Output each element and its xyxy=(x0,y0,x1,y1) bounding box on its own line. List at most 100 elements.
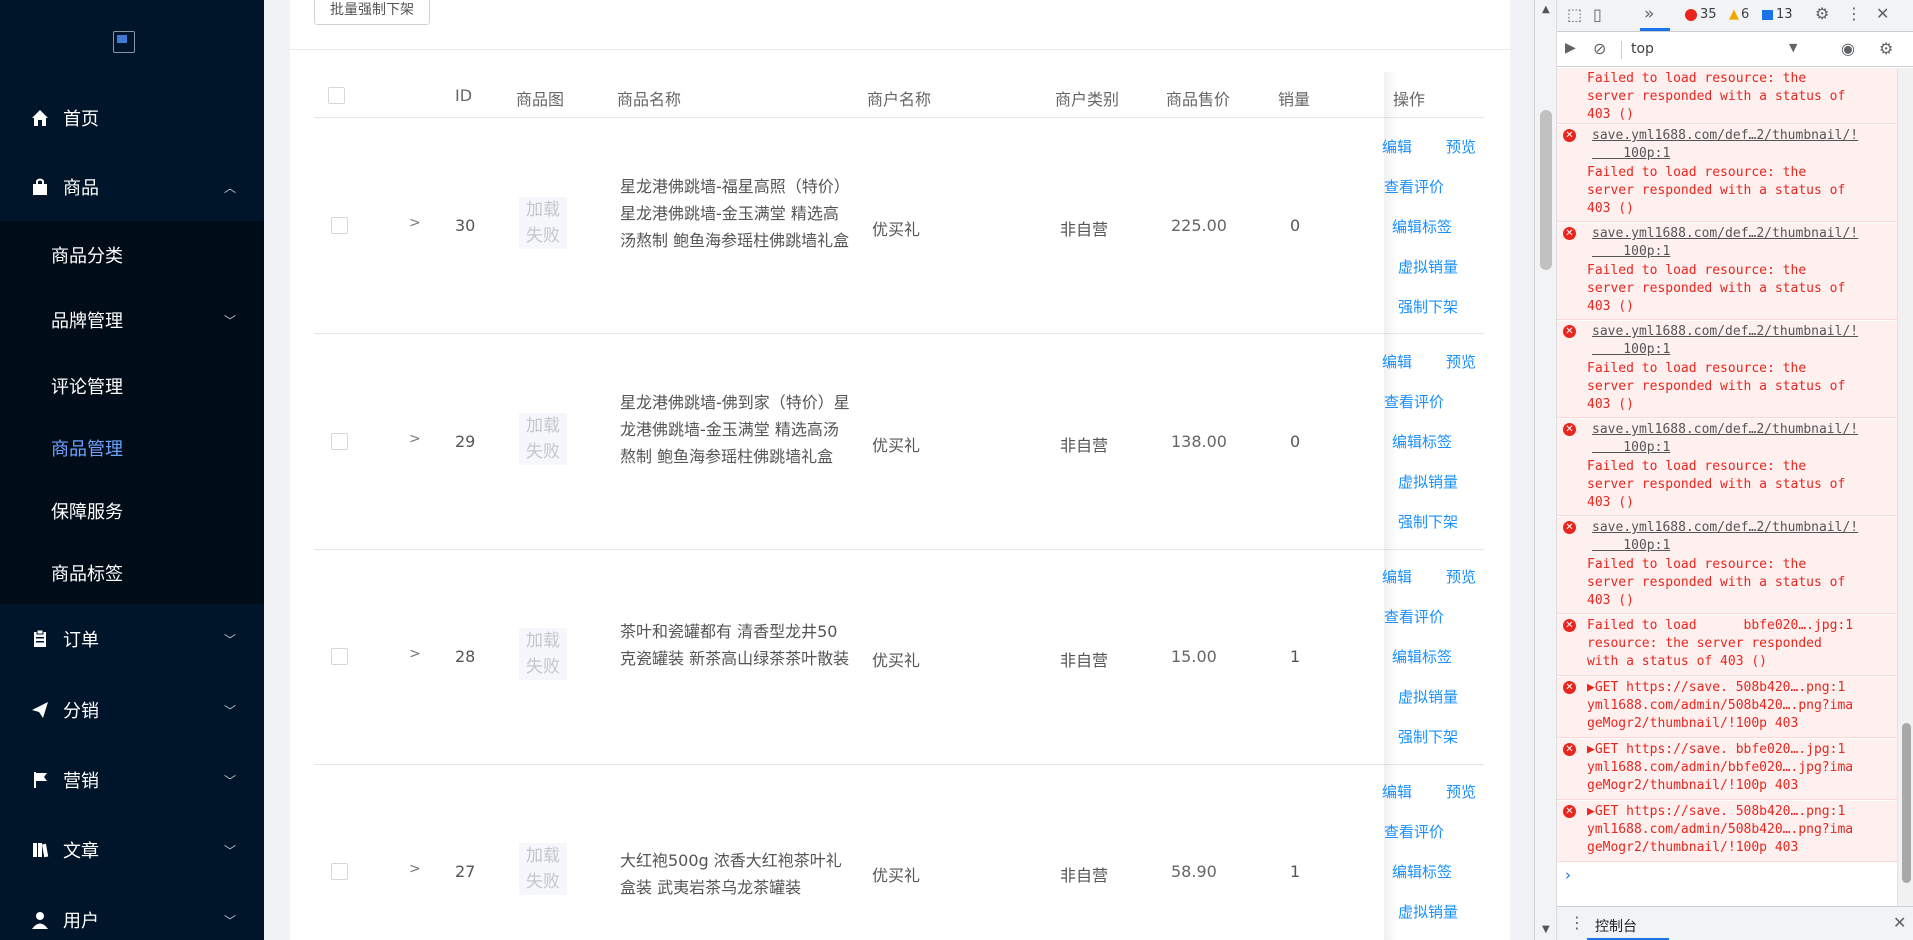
console-scrollbar-thumb[interactable] xyxy=(1902,723,1911,883)
eye-icon[interactable]: ◉ xyxy=(1841,39,1855,58)
console-network-error[interactable]: ✕ ▶GET https://save. bbfe020….jpg:1 yml1… xyxy=(1557,739,1897,800)
scroll-down-arrow-icon[interactable]: ▼ xyxy=(1542,924,1550,935)
edit-tags-link[interactable]: 编辑标签 xyxy=(1392,216,1452,237)
sidebar-item-reviews[interactable]: 评论管理 xyxy=(0,361,264,411)
scrollbar-thumb[interactable] xyxy=(1540,110,1552,270)
virtual-sales-link[interactable]: 虚拟销量 xyxy=(1398,901,1458,922)
error-icon: ✕ xyxy=(1563,129,1576,142)
warning-count-badge[interactable]: ▲ 6 xyxy=(1729,7,1749,22)
sidebar-toggle-icon[interactable]: ▶ xyxy=(1565,40,1576,56)
menu-item-articles[interactable]: 文章 ﹀ xyxy=(0,822,264,878)
console-settings-icon[interactable]: ⚙ xyxy=(1879,39,1893,58)
flag-icon xyxy=(30,770,50,790)
settings-gear-icon[interactable]: ⚙ xyxy=(1815,4,1829,23)
more-tabs-icon[interactable]: » xyxy=(1644,4,1654,24)
preview-link[interactable]: 预览 xyxy=(1446,351,1476,372)
preview-link[interactable]: 预览 xyxy=(1446,566,1476,587)
console-error-message: ✕ save.yml1688.com/def…2/thumbnail/! 100… xyxy=(1557,223,1897,320)
source-link[interactable]: save.yml1688.com/def…2/thumbnail/! 100p:… xyxy=(1592,127,1858,163)
console-prompt-icon[interactable]: › xyxy=(1565,866,1571,884)
view-reviews-link[interactable]: 查看评价 xyxy=(1384,606,1444,627)
price: 15.00 xyxy=(1171,647,1217,666)
device-toolbar-icon[interactable]: ▯ xyxy=(1593,5,1602,24)
console-network-error[interactable]: ✕ ▶GET https://save. 508b420….png:1 yml1… xyxy=(1557,677,1897,738)
merchant-type: 非自营 xyxy=(1060,651,1109,670)
book-icon xyxy=(30,840,50,860)
edit-link[interactable]: 编辑 xyxy=(1382,781,1412,802)
close-devtools-icon[interactable]: ✕ xyxy=(1876,4,1889,23)
console-scrollbar[interactable] xyxy=(1897,68,1913,906)
error-icon: ✕ xyxy=(1563,681,1576,694)
more-options-icon[interactable]: ⋮ xyxy=(1846,4,1862,23)
menu-item-marketing[interactable]: 营销 ﹀ xyxy=(0,752,264,808)
info-count-badge[interactable]: 13 xyxy=(1762,7,1793,22)
dropdown-arrow-icon[interactable]: ▼ xyxy=(1789,41,1797,54)
row-checkbox[interactable] xyxy=(331,863,348,880)
error-count-badge[interactable]: 35 xyxy=(1685,7,1717,22)
row-checkbox[interactable] xyxy=(331,433,348,450)
table-header: ID 商品图 商品名称 商户名称 商户类别 商品售价 销量 操作 xyxy=(314,72,1484,118)
drawer-more-icon[interactable]: ⋮ xyxy=(1569,913,1585,932)
row-id: 29 xyxy=(455,432,476,451)
page-scrollbar[interactable]: ▲ ▼ xyxy=(1535,0,1557,940)
chevron-right-icon[interactable]: > xyxy=(409,215,421,231)
table-row: > 27 加载失败 大红袍500g 浓香大红袍茶叶礼盒装 武夷岩茶乌龙茶罐装 优… xyxy=(314,765,1484,940)
merchant-name: 优买礼 xyxy=(872,866,921,885)
chevron-right-icon[interactable]: > xyxy=(409,646,421,662)
user-icon xyxy=(30,910,50,930)
info-count: 13 xyxy=(1776,7,1793,22)
virtual-sales-link[interactable]: 虚拟销量 xyxy=(1398,256,1458,277)
sidebar-item-categories[interactable]: 商品分类 xyxy=(0,230,264,280)
inspect-element-icon[interactable]: ⬚ xyxy=(1567,5,1582,24)
source-link[interactable]: save.yml1688.com/def…2/thumbnail/! 100p:… xyxy=(1592,421,1858,457)
batch-force-delist-button[interactable]: 批量强制下架 xyxy=(314,0,430,25)
source-link[interactable]: save.yml1688.com/def…2/thumbnail/! 100p:… xyxy=(1592,225,1858,261)
view-reviews-link[interactable]: 查看评价 xyxy=(1384,391,1444,412)
console-network-error[interactable]: ✕ ▶GET https://save. 508b420….png:1 yml1… xyxy=(1557,801,1897,862)
console-error-message: ✕ Failed to load bbfe020….jpg:1 resource… xyxy=(1557,615,1897,676)
sidebar-item-product-management[interactable]: 商品管理 xyxy=(0,423,264,473)
view-reviews-link[interactable]: 查看评价 xyxy=(1384,176,1444,197)
devtools-drawer-bar: ⋮ 控制台 ✕ xyxy=(1557,906,1913,940)
edit-link[interactable]: 编辑 xyxy=(1382,351,1412,372)
chevron-down-icon: ﹀ xyxy=(224,632,237,647)
view-reviews-link[interactable]: 查看评价 xyxy=(1384,821,1444,842)
edit-link[interactable]: 编辑 xyxy=(1382,136,1412,157)
force-delist-link[interactable]: 强制下架 xyxy=(1398,296,1458,317)
edit-link[interactable]: 编辑 xyxy=(1382,566,1412,587)
preview-link[interactable]: 预览 xyxy=(1446,136,1476,157)
force-delist-link[interactable]: 强制下架 xyxy=(1398,511,1458,532)
row-checkbox[interactable] xyxy=(331,217,348,234)
preview-link[interactable]: 预览 xyxy=(1446,781,1476,802)
merchant-name: 优买礼 xyxy=(872,220,921,239)
sidebar-item-brands[interactable]: 品牌管理 ﹀ xyxy=(0,295,264,345)
menu-item-orders[interactable]: 订单 ﹀ xyxy=(0,611,264,667)
virtual-sales-link[interactable]: 虚拟销量 xyxy=(1398,471,1458,492)
shopping-bag-icon xyxy=(30,177,50,197)
menu-item-home[interactable]: 首页 xyxy=(0,90,264,146)
menu-item-products[interactable]: 商品 ︿ xyxy=(0,159,264,215)
chevron-right-icon[interactable]: > xyxy=(409,431,421,447)
scroll-up-arrow-icon[interactable]: ▲ xyxy=(1542,4,1550,15)
force-delist-link[interactable]: 强制下架 xyxy=(1398,726,1458,747)
close-drawer-icon[interactable]: ✕ xyxy=(1893,913,1906,932)
sidebar-item-tags[interactable]: 商品标签 xyxy=(0,548,264,598)
context-selector[interactable]: top xyxy=(1631,41,1654,57)
sales: 0 xyxy=(1290,432,1301,451)
menu-item-distribution[interactable]: 分销 ﹀ xyxy=(0,682,264,738)
tab-console[interactable]: 控制台 xyxy=(1595,916,1637,936)
select-all-checkbox[interactable] xyxy=(328,87,345,104)
sidebar-item-guarantee[interactable]: 保障服务 xyxy=(0,486,264,536)
menu-item-users[interactable]: 用户 ﹀ xyxy=(0,892,264,940)
row-checkbox[interactable] xyxy=(331,648,348,665)
devtools-toolbar: ⬚ ▯ » 35 ▲ 6 13 ⚙ ⋮ ✕ xyxy=(1557,0,1913,32)
edit-tags-link[interactable]: 编辑标签 xyxy=(1392,431,1452,452)
virtual-sales-link[interactable]: 虚拟销量 xyxy=(1398,686,1458,707)
edit-tags-link[interactable]: 编辑标签 xyxy=(1392,646,1452,667)
clear-console-icon[interactable]: ⊘ xyxy=(1593,39,1606,58)
chevron-right-icon[interactable]: > xyxy=(409,861,421,877)
source-link[interactable]: save.yml1688.com/def…2/thumbnail/! 100p:… xyxy=(1592,323,1858,359)
source-link[interactable]: save.yml1688.com/def…2/thumbnail/! 100p:… xyxy=(1592,519,1858,555)
submenu-label: 商品标签 xyxy=(51,564,123,585)
edit-tags-link[interactable]: 编辑标签 xyxy=(1392,861,1452,882)
